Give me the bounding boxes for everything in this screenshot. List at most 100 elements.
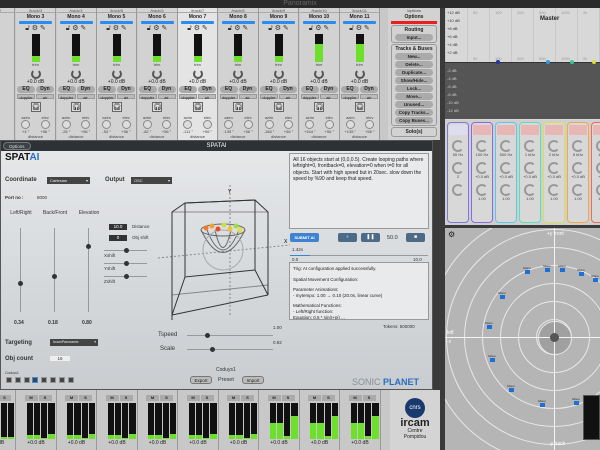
- coordinate-select[interactable]: Cartesian: [47, 177, 90, 184]
- trim-knob[interactable]: [30, 69, 41, 79]
- speaker[interactable]: Mono: [577, 268, 585, 276]
- doppler-button[interactable]: doppler: [341, 94, 359, 100]
- air-button[interactable]: air: [198, 94, 216, 100]
- preset-slot[interactable]: [50, 377, 56, 383]
- strip-name[interactable]: Mono 4: [57, 13, 96, 21]
- azim-knob[interactable]: [264, 120, 274, 129]
- elev-knob[interactable]: [202, 120, 212, 129]
- eq-band[interactable]: 50 Hz 2: [447, 122, 469, 223]
- filter-shape-icon[interactable]: [449, 125, 467, 135]
- stop-button[interactable]: ■: [406, 233, 425, 242]
- eq-band-handle[interactable]: [570, 60, 574, 64]
- slider-backfront[interactable]: [52, 228, 57, 312]
- headphones-icon[interactable]: 🎧︎: [273, 102, 284, 112]
- azim-knob[interactable]: [61, 120, 71, 129]
- air-button[interactable]: air: [360, 94, 378, 100]
- azim-control[interactable]: azim -168 °: [264, 115, 275, 134]
- freq-knob[interactable]: [500, 140, 512, 152]
- azim-control[interactable]: azim -25 °: [61, 115, 71, 134]
- elev-control[interactable]: elev +56 °: [243, 115, 253, 134]
- doppler-button[interactable]: doppler: [179, 94, 197, 100]
- gear-icon[interactable]: ⚙: [32, 25, 40, 32]
- options-button-move[interactable]: Move...: [395, 93, 433, 100]
- freq-knob[interactable]: [452, 140, 464, 152]
- trim-knob[interactable]: [314, 69, 324, 79]
- gain-knob[interactable]: [452, 162, 464, 174]
- air-button[interactable]: air: [157, 94, 176, 100]
- options-button-unused[interactable]: Unused...: [395, 101, 433, 108]
- elev-control[interactable]: elev +56 °: [203, 115, 213, 134]
- freq-knob[interactable]: [476, 140, 488, 152]
- eq-button[interactable]: EQ: [341, 86, 359, 93]
- eq-band-handle[interactable]: [546, 60, 550, 64]
- edit-icon[interactable]: ✎: [364, 25, 370, 32]
- elev-control[interactable]: elev +56 °: [81, 115, 91, 134]
- dyn-button[interactable]: Dyn: [76, 86, 95, 93]
- mixer-strip[interactable]: /track/9 Mono 9 🔓︎ ⚙ ✎ trim +0.0 dB EQ Dyn dopp…: [259, 8, 299, 140]
- obj-count-field[interactable]: 16: [50, 356, 70, 361]
- azim-control[interactable]: azim -82 °: [142, 115, 152, 134]
- solo-button[interactable]: S: [322, 395, 335, 401]
- options-button[interactable]: Options: [3, 142, 31, 150]
- dyn-button[interactable]: Dyn: [198, 86, 216, 93]
- filter-shape-icon[interactable]: [545, 125, 563, 135]
- mixer-strip[interactable]: /track/5 Mono 5 🔓︎ ⚙ ✎ trim +0.0 dB EQ Dyn dopp…: [97, 8, 137, 140]
- azim-control[interactable]: azim +135 °: [344, 115, 356, 134]
- preset-slot[interactable]: [67, 377, 74, 383]
- filter-shape-icon[interactable]: [497, 125, 515, 135]
- speaker[interactable]: Mono: [507, 384, 515, 392]
- edit-icon[interactable]: ✎: [80, 25, 86, 32]
- dyn-button[interactable]: Dyn: [360, 86, 378, 93]
- elev-control[interactable]: elev +56 °: [162, 115, 172, 134]
- eq-button[interactable]: EQ: [98, 86, 116, 93]
- solo-button[interactable]: S: [119, 395, 133, 401]
- doppler-button[interactable]: doppler: [300, 94, 319, 100]
- 3d-visualization[interactable]: Y X: [150, 185, 290, 320]
- air-button[interactable]: air: [76, 94, 95, 100]
- elev-control[interactable]: elev +56 °: [40, 115, 50, 134]
- gain-knob[interactable]: [596, 162, 600, 174]
- solo-button[interactable]: S: [0, 395, 11, 401]
- strip-name[interactable]: Mono 7: [178, 13, 217, 21]
- freq-knob[interactable]: [524, 140, 536, 152]
- trim-knob[interactable]: [111, 69, 122, 79]
- scale-slider[interactable]: [187, 347, 273, 352]
- strip-name[interactable]: Mono 11: [340, 13, 379, 21]
- azim-knob[interactable]: [345, 120, 355, 129]
- options-button-copybuses[interactable]: Copy Buses...: [395, 117, 433, 124]
- obj-shift-field[interactable]: 0: [109, 235, 127, 241]
- options-button-new[interactable]: New...: [395, 53, 433, 60]
- azim-control[interactable]: azim -53 °: [102, 115, 112, 134]
- trim-knob[interactable]: [273, 69, 284, 79]
- dyn-button[interactable]: Dyn: [157, 86, 176, 93]
- export-button[interactable]: Export: [190, 376, 212, 384]
- mute-button[interactable]: M: [65, 395, 78, 401]
- trim-knob[interactable]: [354, 69, 365, 79]
- time-progress[interactable]: [290, 255, 428, 256]
- elev-control[interactable]: elev +56 °: [284, 115, 294, 134]
- headphones-icon[interactable]: 🎧︎: [71, 102, 81, 112]
- gain-knob[interactable]: [524, 162, 536, 174]
- xshift-slider[interactable]: [104, 248, 147, 253]
- q-knob[interactable]: [596, 184, 600, 196]
- speaker[interactable]: Mono: [523, 266, 531, 274]
- tempo-value[interactable]: 50.0: [387, 235, 398, 241]
- q-knob[interactable]: [500, 184, 512, 196]
- input-button[interactable]: Input...: [395, 34, 433, 41]
- edit-icon[interactable]: ✎: [40, 25, 46, 32]
- azim-control[interactable]: azim +4 °: [21, 115, 31, 134]
- freq-knob[interactable]: [572, 140, 584, 152]
- doppler-button[interactable]: doppler: [57, 94, 76, 100]
- doppler-button[interactable]: doppler: [219, 94, 238, 100]
- gain-knob[interactable]: [572, 162, 584, 174]
- elev-knob[interactable]: [162, 120, 172, 129]
- mute-button[interactable]: M: [267, 395, 281, 401]
- import-button[interactable]: Import: [242, 376, 264, 384]
- options-button-duplicate[interactable]: Duplicate...: [395, 69, 433, 76]
- edit-icon[interactable]: ✎: [242, 25, 248, 32]
- dyn-button[interactable]: Dyn: [319, 86, 338, 93]
- eq-button[interactable]: EQ: [179, 86, 197, 93]
- dyn-button[interactable]: Dyn: [279, 86, 297, 93]
- air-button[interactable]: air: [117, 94, 135, 100]
- filter-shape-icon[interactable]: [593, 125, 600, 135]
